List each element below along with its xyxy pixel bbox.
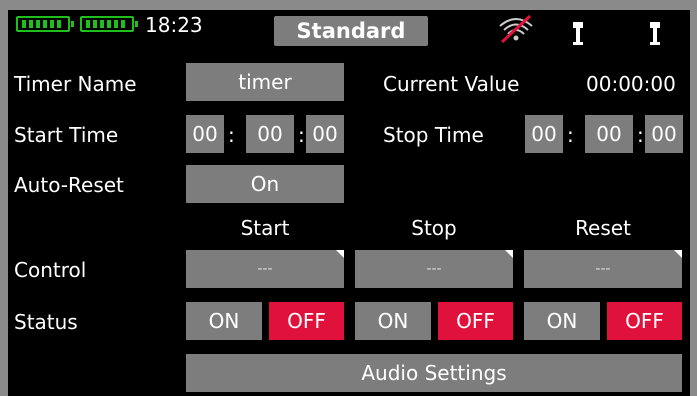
battery-icon bbox=[80, 16, 138, 32]
sensor-icon bbox=[573, 22, 583, 45]
auto-reset-label: Auto-Reset bbox=[14, 173, 124, 197]
audio-settings-button[interactable]: Audio Settings bbox=[186, 354, 682, 392]
column-header-reset: Reset bbox=[575, 216, 631, 240]
stop-hours-field[interactable]: 00 bbox=[525, 115, 563, 153]
time-separator: : bbox=[298, 123, 305, 147]
sensor-icon bbox=[650, 22, 660, 45]
transmitter-screen: 18:23 Standard Timer Name timer Current … bbox=[8, 10, 690, 396]
stop-time-label: Stop Time bbox=[383, 123, 484, 147]
status-stop-on[interactable]: ON bbox=[355, 302, 431, 340]
control-select-start[interactable]: --- bbox=[186, 250, 344, 288]
control-select-reset[interactable]: --- bbox=[524, 250, 682, 288]
current-value-label: Current Value bbox=[383, 72, 520, 96]
current-value: 00:00:00 bbox=[586, 72, 676, 96]
column-header-stop: Stop bbox=[411, 216, 457, 240]
stop-seconds-field[interactable]: 00 bbox=[645, 115, 683, 153]
stop-minutes-field[interactable]: 00 bbox=[585, 115, 633, 153]
battery-icon bbox=[16, 16, 74, 32]
status-reset-on[interactable]: ON bbox=[524, 302, 600, 340]
start-time-label: Start Time bbox=[14, 123, 119, 147]
status-stop-off[interactable]: OFF bbox=[438, 302, 513, 340]
timer-name-label: Timer Name bbox=[14, 72, 137, 96]
column-header-start: Start bbox=[240, 216, 290, 240]
status-start-on[interactable]: ON bbox=[186, 302, 262, 340]
status-start-off[interactable]: OFF bbox=[269, 302, 344, 340]
time-separator: : bbox=[228, 123, 235, 147]
timer-name-field[interactable]: timer bbox=[186, 63, 344, 101]
control-label: Control bbox=[14, 258, 87, 282]
clock: 18:23 bbox=[145, 13, 203, 37]
wifi-off-icon bbox=[499, 14, 533, 44]
time-separator: : bbox=[567, 123, 574, 147]
time-separator: : bbox=[637, 123, 644, 147]
start-hours-field[interactable]: 00 bbox=[186, 115, 224, 153]
start-seconds-field[interactable]: 00 bbox=[306, 115, 344, 153]
status-label: Status bbox=[14, 310, 78, 334]
mode-button[interactable]: Standard bbox=[274, 16, 428, 46]
auto-reset-toggle[interactable]: On bbox=[186, 165, 344, 203]
start-minutes-field[interactable]: 00 bbox=[246, 115, 294, 153]
status-reset-off[interactable]: OFF bbox=[607, 302, 682, 340]
control-select-stop[interactable]: --- bbox=[355, 250, 513, 288]
